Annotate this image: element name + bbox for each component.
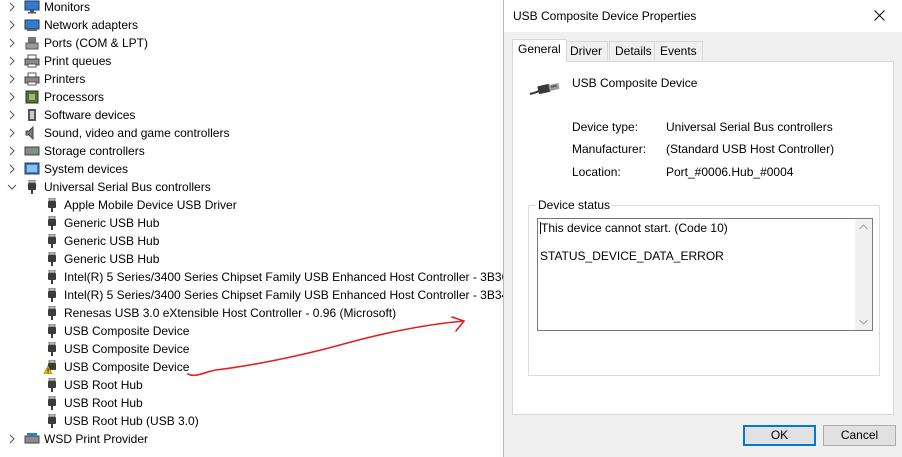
device-label: Intel(R) 5 Series/3400 Series Chipset Fa… [64, 270, 511, 284]
wsd-printer-icon [24, 432, 40, 446]
usb-plug-icon [44, 252, 60, 266]
device-label: Printers [44, 72, 86, 86]
device-label: Monitors [44, 0, 91, 14]
chevron-right-icon[interactable] [6, 106, 18, 124]
close-button[interactable] [858, 0, 902, 32]
tab-details[interactable]: Details [609, 41, 658, 60]
chevron-right-icon[interactable] [6, 52, 18, 70]
chevron-right-icon[interactable] [6, 124, 18, 142]
device-label: Network adapters [44, 18, 139, 32]
status-message: This device cannot start. (Code 10) [541, 221, 728, 235]
status-scrollbar[interactable] [855, 219, 872, 330]
device-label: USB Composite Device [64, 342, 190, 356]
general-tab-panel: USB Composite Device Device type: Univer… [512, 61, 894, 415]
chevron-right-icon[interactable] [6, 88, 18, 106]
chevron-right-icon[interactable] [6, 142, 18, 160]
dialog-title: USB Composite Device Properties [513, 9, 697, 23]
chevron-right-icon[interactable] [6, 160, 18, 178]
chevron-right-icon[interactable] [6, 70, 18, 88]
device-label: Software devices [44, 108, 136, 122]
usb-warning-icon [44, 360, 60, 374]
location-value: Port_#0006.Hub_#0004 [666, 165, 794, 179]
device-type-label: Device type: [572, 120, 639, 134]
usb-plug-icon [44, 216, 60, 230]
device-status-legend: Device status [536, 198, 613, 212]
ok-button[interactable]: OK [743, 425, 816, 446]
device-status-textbox[interactable]: This device cannot start. (Code 10) STAT… [537, 218, 873, 331]
device-label: USB Composite Device [64, 360, 190, 374]
usb-plug-icon [44, 270, 60, 284]
manufacturer-value: (Standard USB Host Controller) [666, 142, 835, 156]
device-label: Generic USB Hub [64, 252, 160, 266]
device-tree: Monitors Network adapters Ports (COM & LPT… [0, 0, 510, 457]
device-label: USB Root Hub [64, 396, 143, 410]
usb-cable-icon [529, 83, 560, 95]
device-label: Processors [44, 90, 105, 104]
usb-plug-icon [44, 396, 60, 410]
usb-plug-icon [44, 342, 60, 356]
speaker-icon [24, 126, 40, 140]
system-device-icon [24, 162, 40, 176]
processor-icon [24, 90, 40, 104]
scroll-down-arrow-icon[interactable] [859, 319, 868, 325]
device-label: Apple Mobile Device USB Driver [64, 198, 237, 212]
device-label: Generic USB Hub [64, 216, 160, 230]
device-label: Sound, video and game controllers [44, 126, 230, 140]
status-error-code: STATUS_DEVICE_DATA_ERROR [540, 249, 724, 263]
usb-plug-icon [44, 288, 60, 302]
cancel-button[interactable]: Cancel [823, 425, 896, 446]
storage-controller-icon [24, 144, 40, 158]
network-adapter-icon [24, 18, 40, 32]
device-label: Storage controllers [44, 144, 145, 158]
device-label: Ports (COM & LPT) [44, 36, 149, 50]
usb-plug-icon [44, 198, 60, 212]
close-icon [874, 10, 885, 21]
tab-general[interactable]: General [512, 39, 567, 62]
device-label: Generic USB Hub [64, 234, 160, 248]
dialog-titlebar: USB Composite Device Properties [504, 0, 902, 32]
device-label: USB Root Hub [64, 378, 143, 392]
usb-plug-icon [44, 306, 60, 320]
usb-plug-icon [24, 180, 40, 194]
chevron-right-icon[interactable] [6, 16, 18, 34]
printer-icon [24, 54, 40, 68]
device-label: System devices [44, 162, 129, 176]
manufacturer-label: Manufacturer: [572, 142, 647, 156]
chevron-right-icon[interactable] [6, 0, 18, 16]
usb-plug-icon [44, 234, 60, 248]
device-label: Intel(R) 5 Series/3400 Series Chipset Fa… [64, 288, 509, 302]
printer-icon [24, 72, 40, 86]
properties-dialog: USB Composite Device Properties General … [503, 0, 902, 457]
tab-events[interactable]: Events [654, 41, 703, 60]
chevron-right-icon[interactable] [6, 34, 18, 52]
usb-plug-icon [44, 414, 60, 428]
device-status-group: Device status This device cannot start. … [528, 198, 880, 376]
location-label: Location: [572, 165, 621, 179]
tab-driver[interactable]: Driver [564, 41, 608, 60]
scroll-up-arrow-icon[interactable] [859, 224, 868, 230]
device-label: Renesas USB 3.0 eXtensible Host Controll… [64, 306, 397, 320]
device-name: USB Composite Device [572, 76, 698, 90]
device-label: WSD Print Provider [44, 432, 149, 446]
device-label: Universal Serial Bus controllers [44, 180, 211, 194]
device-label: Print queues [44, 54, 112, 68]
monitor-icon [24, 0, 40, 14]
port-icon [24, 36, 40, 50]
device-status-text: This device cannot start. (Code 10) STAT… [540, 221, 850, 263]
device-label: USB Composite Device [64, 324, 190, 338]
usb-plug-icon [44, 378, 60, 392]
chevron-right-icon[interactable] [6, 430, 18, 448]
chevron-down-icon[interactable] [6, 178, 18, 196]
device-type-value: Universal Serial Bus controllers [666, 120, 833, 134]
device-label: USB Root Hub (USB 3.0) [64, 414, 199, 428]
usb-plug-icon [44, 324, 60, 338]
software-device-icon [24, 108, 40, 122]
